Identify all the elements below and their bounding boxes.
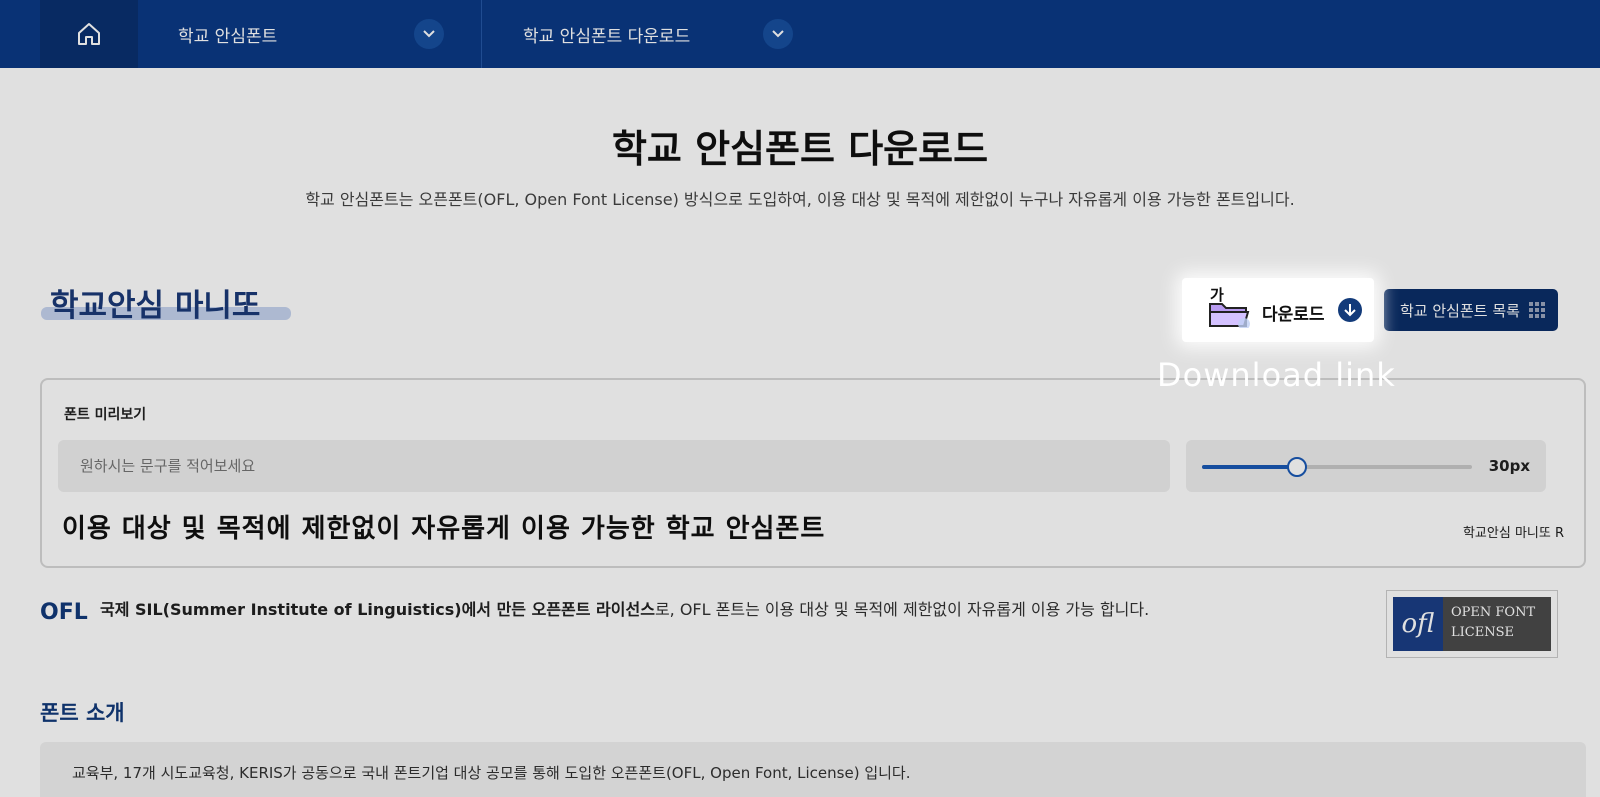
- home-icon: [78, 23, 100, 45]
- preview-sample-text: 이용 대상 및 목적에 제한없이 자유롭게 이용 가능한 학교 안심폰트: [62, 514, 826, 544]
- page-title: 학교 안심폰트 다운로드: [611, 127, 989, 171]
- font-name: 학교안심 마니또: [50, 288, 261, 324]
- ofl-description-bold: 국제 SIL(Summer Institute of Linguistics)에…: [100, 600, 655, 619]
- preview-label: 폰트 미리보기: [64, 407, 147, 423]
- nav-item-font-download[interactable]: 학교 안심폰트 다운로드: [523, 0, 823, 68]
- font-size-control: 30px: [1186, 440, 1546, 492]
- nav-divider: [481, 0, 482, 68]
- slider-fill: [1202, 465, 1297, 469]
- ofl-description: 국제 SIL(Summer Institute of Linguistics)에…: [100, 596, 1149, 620]
- chevron-down-icon[interactable]: [414, 19, 444, 49]
- nav-item-label: 학교 안심폰트: [178, 26, 278, 47]
- font-preview-card: 폰트 미리보기 30px 이용 대상 및 목적에 제한없이 자유롭게 이용 가능…: [40, 378, 1586, 568]
- ofl-tag: OFL: [40, 600, 88, 625]
- font-list-button[interactable]: 학교 안심폰트 목록: [1384, 289, 1558, 331]
- intro-text: 교육부, 17개 시도교육청, KERIS가 공동으로 국내 폰트기업 대상 공…: [72, 764, 911, 782]
- nav-item-school-font[interactable]: 학교 안심폰트: [178, 0, 478, 68]
- home-button[interactable]: [40, 0, 138, 68]
- font-list-label: 학교 안심폰트 목록: [1400, 301, 1520, 320]
- ofl-logo: ofl: [1393, 597, 1443, 651]
- preview-font-label: 학교안심 마니또 R: [1462, 526, 1564, 541]
- ofl-description-rest: 로, OFL 폰트는 이용 대상 및 목적에 제한없이 자유롭게 이용 가능 합…: [654, 600, 1150, 619]
- download-label: 다운로드: [1262, 305, 1325, 325]
- folder-icon: [1209, 303, 1250, 328]
- download-button[interactable]: 가 다운로드: [1182, 278, 1374, 342]
- chevron-down-icon[interactable]: [763, 19, 793, 49]
- slider-handle[interactable]: [1286, 457, 1307, 477]
- font-size-slider[interactable]: [1202, 465, 1472, 469]
- intro-box: 교육부, 17개 시도교육청, KERIS가 공동으로 국내 폰트기업 대상 공…: [40, 742, 1586, 797]
- ofl-badge-line2: LICENSE: [1451, 625, 1514, 640]
- nav-item-label: 학교 안심폰트 다운로드: [523, 26, 691, 47]
- ofl-badge[interactable]: ofl OPEN FONT LICENSE: [1386, 590, 1558, 658]
- preview-text-input[interactable]: [58, 440, 1170, 492]
- grid-icon: [1529, 302, 1545, 318]
- intro-title: 폰트 소개: [40, 701, 125, 725]
- arrow-down-icon: [1338, 298, 1362, 322]
- top-nav: 학교 안심폰트 학교 안심폰트 다운로드: [0, 0, 1600, 68]
- font-size-value: 30px: [1488, 457, 1530, 475]
- ofl-badge-text: OPEN FONT LICENSE: [1443, 597, 1551, 651]
- ofl-badge-line1: OPEN FONT: [1451, 605, 1536, 620]
- download-annotation: Download link: [1157, 356, 1396, 394]
- page-subtitle: 학교 안심폰트는 오픈폰트(OFL, Open Font License) 방식…: [305, 190, 1295, 209]
